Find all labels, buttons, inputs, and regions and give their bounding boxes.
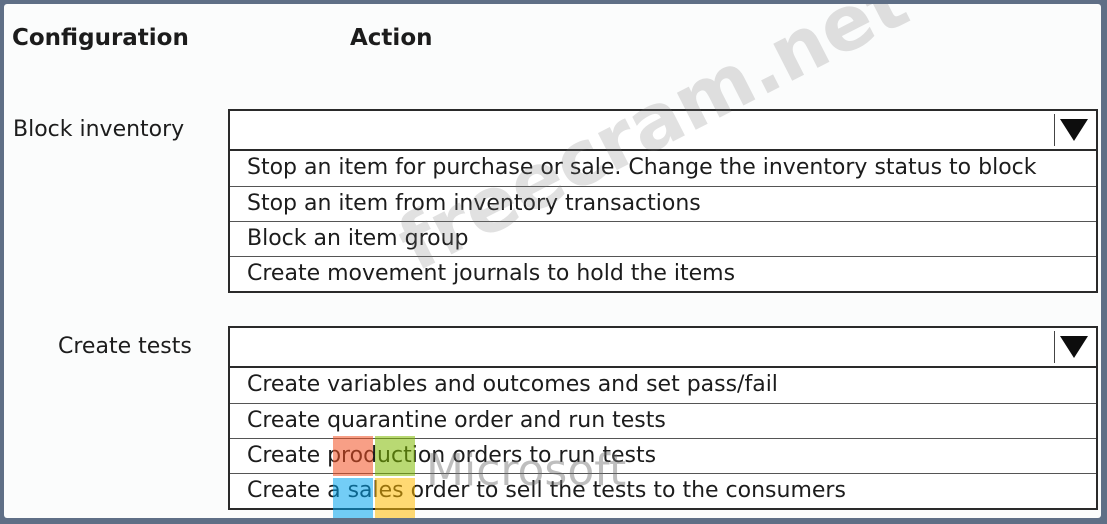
- block-inventory-dropdown[interactable]: [228, 109, 1098, 151]
- block-inventory-label: Block inventory: [13, 117, 185, 142]
- block-inventory-option-3[interactable]: Block an item group: [230, 221, 1096, 256]
- block-inventory-option-1[interactable]: Stop an item for purchase or sale. Chang…: [230, 151, 1096, 186]
- create-tests-dropdown-button[interactable]: [1054, 331, 1093, 363]
- block-inventory-dropdown-button[interactable]: [1054, 114, 1093, 146]
- block-inventory-option-2[interactable]: Stop an item from inventory transactions: [230, 186, 1096, 221]
- create-tests-option-1[interactable]: Create variables and outcomes and set pa…: [230, 368, 1096, 403]
- configuration-header: Configuration: [12, 25, 189, 51]
- question-panel: Configuration Action Block inventory Sto…: [4, 4, 1101, 518]
- create-tests-option-4[interactable]: Create a sales order to sell the tests t…: [230, 473, 1096, 508]
- create-tests-label: Create tests: [58, 334, 192, 359]
- action-header: Action: [350, 25, 433, 51]
- dropdown-arrow-icon: [1060, 119, 1088, 141]
- create-tests-option-2[interactable]: Create quarantine order and run tests: [230, 403, 1096, 438]
- block-inventory-option-4[interactable]: Create movement journals to hold the ite…: [230, 256, 1096, 291]
- dropdown-arrow-icon: [1060, 336, 1088, 358]
- create-tests-option-3[interactable]: Create production orders to run tests: [230, 438, 1096, 473]
- create-tests-dropdown[interactable]: [228, 326, 1098, 368]
- create-tests-options: Create variables and outcomes and set pa…: [228, 368, 1098, 510]
- block-inventory-options: Stop an item for purchase or sale. Chang…: [228, 151, 1098, 293]
